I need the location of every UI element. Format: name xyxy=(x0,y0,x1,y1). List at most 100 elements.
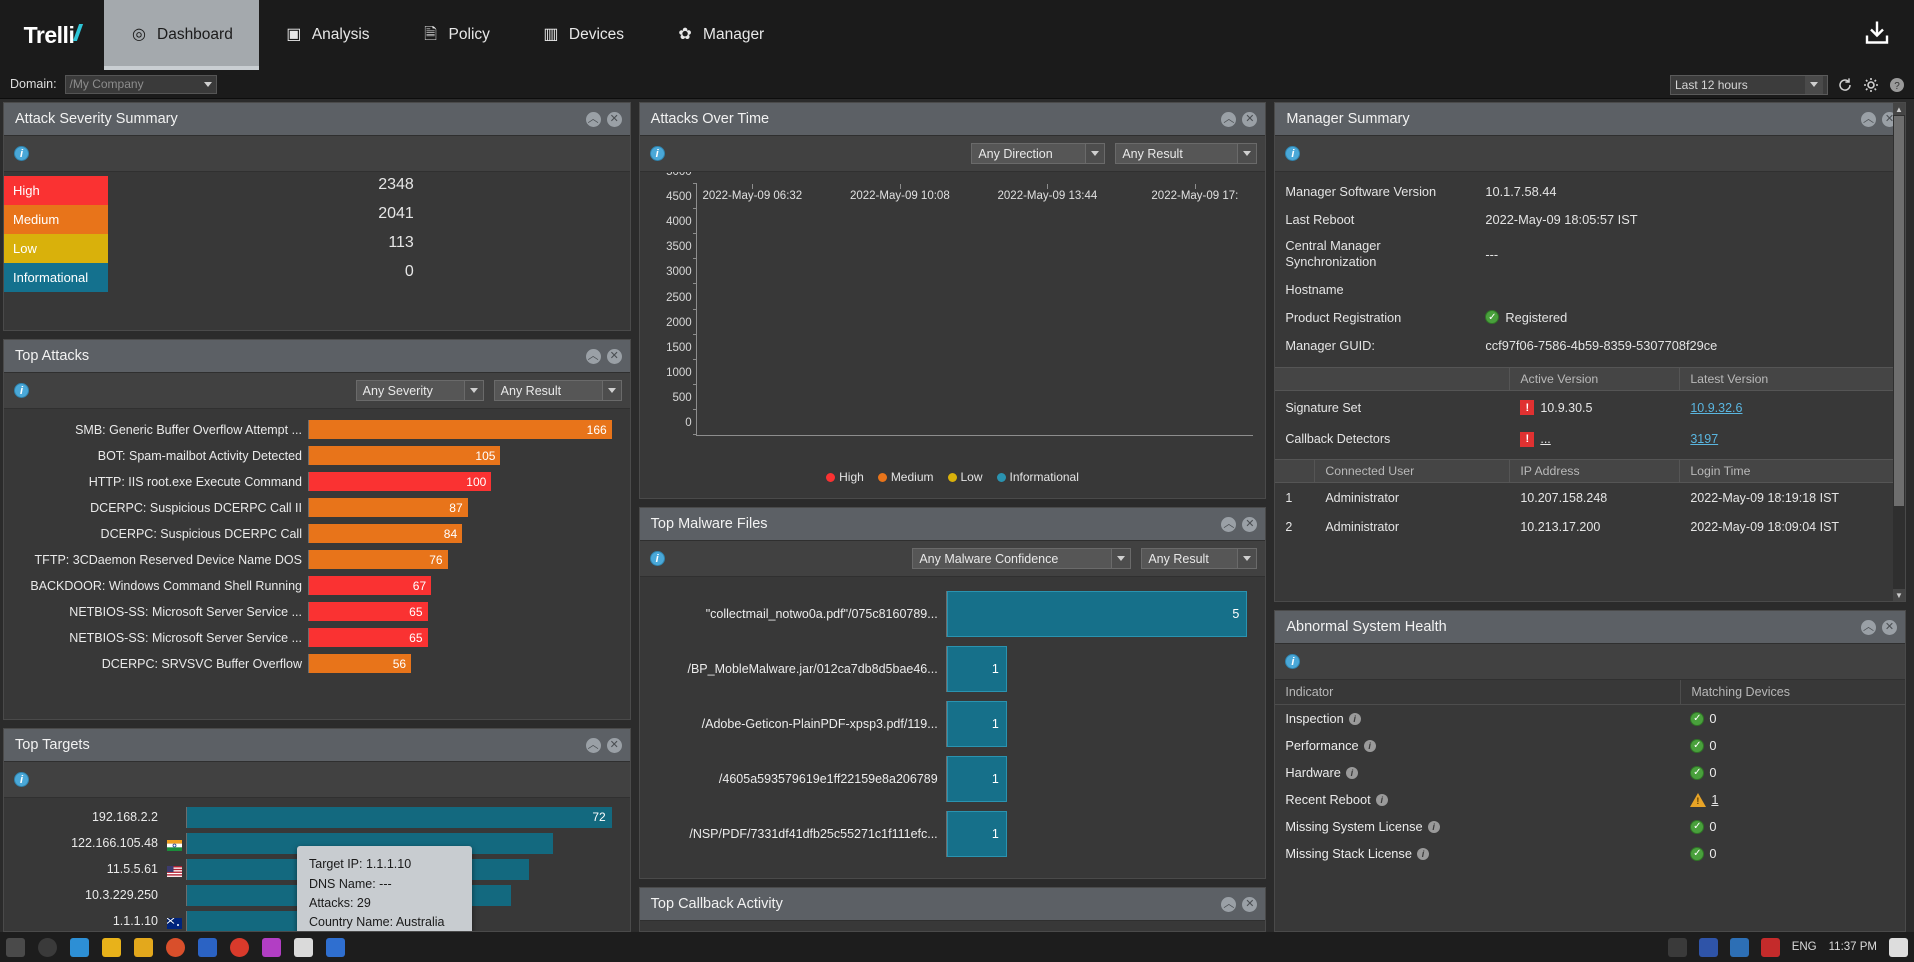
info-icon[interactable]: i xyxy=(14,383,29,398)
legend-item-high[interactable]: High xyxy=(826,470,864,484)
info-icon[interactable]: i xyxy=(1376,794,1388,806)
result-filter-select[interactable]: Any Result xyxy=(1141,548,1257,569)
malware-bar[interactable]: 5 xyxy=(947,591,1248,637)
severity-row-low[interactable]: Low 113 xyxy=(4,234,630,263)
time-range-select[interactable]: Last 12 hours xyxy=(1670,75,1828,95)
legend-item-medium[interactable]: Medium xyxy=(878,470,934,484)
info-icon[interactable]: i xyxy=(1428,821,1440,833)
malware-bar-row[interactable]: /Adobe-Geticon-PlainPDF-xpsp3.pdf/119...… xyxy=(646,701,1248,747)
malware-bar-row[interactable]: "collectmail_notwo0a.pdf"/075c8160789...… xyxy=(646,591,1248,637)
close-icon[interactable]: ✕ xyxy=(607,738,622,753)
table-row[interactable]: 1 Administrator 10.207.158.248 2022-May-… xyxy=(1275,483,1905,512)
refresh-icon[interactable] xyxy=(1836,76,1854,94)
close-icon[interactable]: ✕ xyxy=(1882,620,1897,635)
severity-count-link[interactable]: 113 xyxy=(388,234,414,251)
collapse-icon[interactable]: ︿ xyxy=(586,112,601,127)
attack-bar-row[interactable]: TFTP: 3CDaemon Reserved Device Name DOS7… xyxy=(10,548,612,571)
table-row[interactable]: 2 Administrator 10.213.17.200 2022-May-0… xyxy=(1275,512,1905,541)
opera-icon[interactable] xyxy=(166,938,185,957)
clock[interactable]: 11:37 PM xyxy=(1829,941,1877,953)
attack-bar-row[interactable]: HTTP: IIS root.exe Execute Command100 xyxy=(10,470,612,493)
severity-count-link[interactable]: 2041 xyxy=(378,205,414,222)
attack-bar[interactable]: 56 xyxy=(309,654,411,673)
legend-item-informational[interactable]: Informational xyxy=(997,470,1079,484)
acrobat-icon[interactable] xyxy=(230,938,249,957)
attack-bar-row[interactable]: DCERPC: Suspicious DCERPC Call II87 xyxy=(10,496,612,519)
attack-bar-row[interactable]: DCERPC: SRVSVC Buffer Overflow56 xyxy=(10,652,612,675)
scroll-up-icon[interactable]: ▲ xyxy=(1893,103,1905,115)
info-icon[interactable]: i xyxy=(1285,654,1300,669)
attack-bar-row[interactable]: BOT: Spam-mailbot Activity Detected105 xyxy=(10,444,612,467)
task-view-icon[interactable] xyxy=(70,938,89,957)
close-icon[interactable]: ✕ xyxy=(1242,112,1257,127)
malware-bar-row[interactable]: /BP_MobleMalware.jar/012ca7db8d5bae46...… xyxy=(646,646,1248,692)
legend-item-low[interactable]: Low xyxy=(948,470,983,484)
notepad-icon[interactable] xyxy=(294,938,313,957)
close-icon[interactable]: ✕ xyxy=(607,112,622,127)
chart-app-icon[interactable] xyxy=(326,938,345,957)
severity-row-high[interactable]: High 2348 xyxy=(4,176,630,205)
explorer-icon[interactable] xyxy=(102,938,121,957)
info-icon[interactable]: i xyxy=(14,146,29,161)
attack-bar[interactable]: 105 xyxy=(309,446,500,465)
severity-filter-select[interactable]: Any Severity xyxy=(356,380,484,401)
severity-count-link[interactable]: 2348 xyxy=(378,176,414,193)
tab-policy[interactable]: 🗎 Policy xyxy=(396,0,516,70)
close-icon[interactable]: ✕ xyxy=(607,349,622,364)
scroll-thumb[interactable] xyxy=(1894,116,1904,506)
attack-bar-row[interactable]: SMB: Generic Buffer Overflow Attempt ...… xyxy=(10,418,612,441)
notifications-icon[interactable] xyxy=(1889,938,1908,957)
result-filter-select[interactable]: Any Result xyxy=(494,380,622,401)
help-icon[interactable]: ? xyxy=(1888,76,1906,94)
language-indicator[interactable]: ENG xyxy=(1792,941,1817,953)
app-icon[interactable] xyxy=(262,938,281,957)
domain-select[interactable]: /My Company xyxy=(65,75,217,94)
close-icon[interactable]: ✕ xyxy=(1242,897,1257,912)
malware-bar-row[interactable]: /NSP/PDF/7331df41dfb25c55271c1f111efc...… xyxy=(646,811,1248,857)
malware-bar[interactable]: 1 xyxy=(947,756,1007,802)
attack-bar[interactable]: 76 xyxy=(309,550,448,569)
malware-bar-row[interactable]: /4605a593579619e1ff22159e8a2067891 xyxy=(646,756,1248,802)
target-bar[interactable]: 72 xyxy=(187,807,612,828)
attack-bar-row[interactable]: NETBIOS-SS: Microsoft Server Service ...… xyxy=(10,626,612,649)
collapse-icon[interactable]: ︿ xyxy=(1861,620,1876,635)
tray-cloud-icon[interactable] xyxy=(1730,938,1749,957)
attack-bar[interactable]: 166 xyxy=(309,420,612,439)
collapse-icon[interactable]: ︿ xyxy=(1221,897,1236,912)
direction-filter-select[interactable]: Any Direction xyxy=(971,143,1105,164)
info-icon[interactable]: i xyxy=(650,551,665,566)
panel-scrollbar[interactable]: ▲ ▼ xyxy=(1893,103,1905,601)
download-icon[interactable] xyxy=(1862,18,1892,53)
latest-version-link[interactable]: 10.9.32.6 xyxy=(1690,401,1742,415)
severity-row-medium[interactable]: Medium 2041 xyxy=(4,205,630,234)
tray-network-icon[interactable] xyxy=(1699,938,1718,957)
word-icon[interactable] xyxy=(198,938,217,957)
collapse-icon[interactable]: ︿ xyxy=(1221,517,1236,532)
malware-confidence-filter-select[interactable]: Any Malware Confidence xyxy=(912,548,1131,569)
scroll-down-icon[interactable]: ▼ xyxy=(1893,589,1905,601)
result-filter-select[interactable]: Any Result xyxy=(1115,143,1257,164)
collapse-icon[interactable]: ︿ xyxy=(586,738,601,753)
latest-version-link[interactable]: 3197 xyxy=(1690,432,1718,446)
active-version-value[interactable]: ... xyxy=(1540,432,1550,446)
attack-bar[interactable]: 65 xyxy=(309,628,428,647)
collapse-icon[interactable]: ︿ xyxy=(586,349,601,364)
start-icon[interactable] xyxy=(6,938,25,957)
malware-bar[interactable]: 1 xyxy=(947,701,1007,747)
malware-bar[interactable]: 1 xyxy=(947,811,1007,857)
attack-bar[interactable]: 84 xyxy=(309,524,462,543)
search-icon[interactable] xyxy=(38,938,57,957)
info-icon[interactable]: i xyxy=(650,146,665,161)
attack-bar-row[interactable]: NETBIOS-SS: Microsoft Server Service ...… xyxy=(10,600,612,623)
attack-bar[interactable]: 67 xyxy=(309,576,431,595)
folder-icon[interactable] xyxy=(134,938,153,957)
attack-bar[interactable]: 100 xyxy=(309,472,491,491)
tab-analysis[interactable]: ▣ Analysis xyxy=(259,0,396,70)
tray-alert-icon[interactable] xyxy=(1761,938,1780,957)
collapse-icon[interactable]: ︿ xyxy=(1861,112,1876,127)
tray-icon[interactable] xyxy=(1668,938,1687,957)
info-icon[interactable]: i xyxy=(1349,713,1361,725)
tab-manager[interactable]: ✿ Manager xyxy=(650,0,790,70)
tab-devices[interactable]: ▥ Devices xyxy=(516,0,650,70)
severity-row-informational[interactable]: Informational 0 xyxy=(4,263,630,292)
